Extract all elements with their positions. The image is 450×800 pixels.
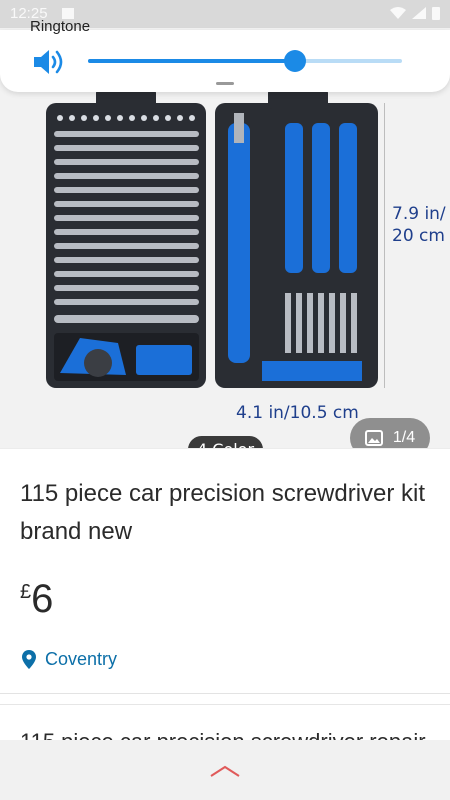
speaker-icon[interactable]	[34, 49, 66, 75]
height-dimension-metric: 20 cm	[392, 226, 445, 246]
wifi-icon	[390, 7, 406, 19]
panel-drag-handle[interactable]	[216, 82, 234, 85]
volume-label: Ringtone	[30, 18, 91, 35]
height-dimension-label: 7.9 in/ 20 cm	[392, 203, 446, 247]
next-listing-card[interactable]: 115 piece car precision screwdriver repa…	[0, 704, 450, 744]
gallery-counter-text: 1/4	[392, 429, 416, 446]
width-dimension-label: 4.1 in/10.5 cm	[236, 403, 359, 423]
listing-page: 7.9 in/ 20 cm 4.1 in/10.5 cm 4 Color 1/4…	[0, 0, 450, 800]
volume-slider[interactable]	[88, 50, 402, 72]
volume-slider-thumb[interactable]	[284, 50, 307, 72]
height-dimension-imperial: 7.9 in/	[392, 204, 446, 224]
battery-icon	[432, 7, 440, 20]
location-pin-icon	[22, 650, 36, 669]
product-photo	[46, 89, 385, 388]
volume-panel: Ringtone	[0, 18, 450, 92]
signal-icon	[412, 7, 426, 19]
volume-slider-fill	[88, 59, 296, 63]
price-value: 6	[31, 577, 54, 621]
image-icon	[364, 430, 383, 446]
listing-title: 115 piece car precision screwdriver kit …	[20, 480, 426, 545]
listing-price: £6	[20, 577, 53, 622]
listing-details: 115 piece car precision screwdriver kit …	[0, 448, 450, 694]
price-currency: £	[20, 581, 32, 603]
bottom-bar	[0, 740, 450, 800]
chevron-up-icon[interactable]	[209, 764, 241, 778]
listing-location[interactable]: Coventry	[22, 649, 117, 670]
location-text: Coventry	[45, 649, 118, 669]
status-icons	[390, 6, 440, 20]
